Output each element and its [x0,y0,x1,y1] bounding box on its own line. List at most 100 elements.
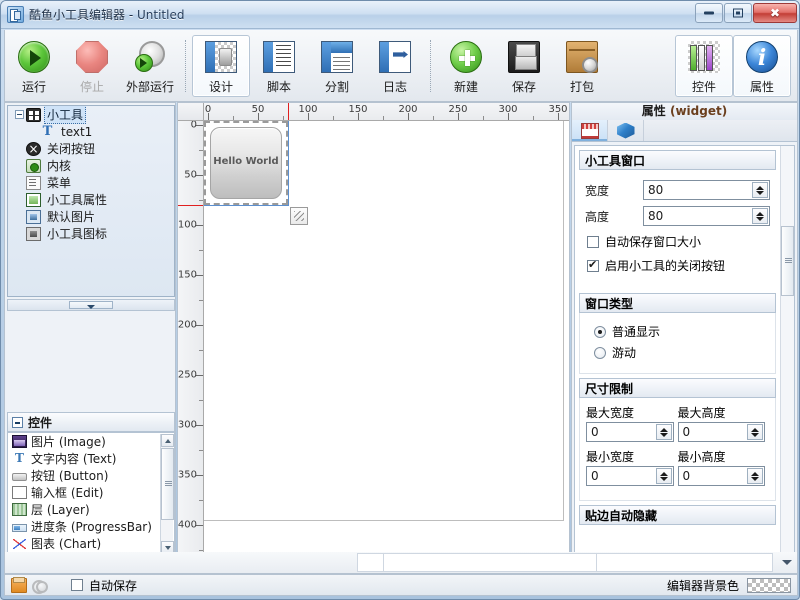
autosave-label: 自动保存 [89,578,138,593]
close-button[interactable]: ✖ [753,3,797,23]
scroll-up-icon[interactable] [161,434,174,447]
checkbox-row-enable-close-button[interactable]: 启用小工具的关闭按钮 [587,257,770,274]
max-width-spinner-buttons[interactable] [655,424,672,440]
bottom-tab-area[interactable] [357,553,773,572]
floating-radio[interactable] [594,346,606,359]
toolbar-button-controls-panel[interactable]: 控件 [675,35,733,97]
min-width-spinner[interactable]: 0 [586,466,674,486]
field-row-height: 高度 80 [585,206,770,226]
properties-scrollbar[interactable] [780,146,794,560]
designer-area[interactable]: 0 50 100 150 200 250 300 350 0 50 100 15… [177,102,570,564]
section-header-widget-window[interactable]: 小工具窗口 [579,150,776,170]
toolbar-button-split[interactable]: 分割 [308,35,366,97]
normal-display-label: 普通显示 [612,325,661,339]
min-height-spinner[interactable]: 0 [677,466,765,486]
tree-expander-widget[interactable] [12,110,26,119]
panel-splitter[interactable] [7,299,175,311]
normal-display-radio[interactable] [594,325,606,338]
restore-button[interactable] [724,3,752,23]
toolbar-button-new[interactable]: 新建 [437,35,495,97]
width-spinner[interactable]: 80 [643,180,770,200]
max-height-spinner[interactable]: 0 [677,422,765,442]
control-item-chart[interactable]: 图表 (Chart) [8,535,174,552]
min-height-spinner-buttons[interactable] [747,468,763,484]
section-header-size-limits[interactable]: 尺寸限制 [579,378,776,398]
ruler-h-label-350: 350 [548,104,568,115]
control-item-edit[interactable]: 输入框 (Edit) [8,484,174,501]
progressbar-control-icon [12,524,27,532]
tree-node-menu[interactable]: 菜单 [8,174,174,191]
section-header-edge-auto-hide[interactable]: 贴边自动隐藏 [579,505,776,525]
minimize-button[interactable] [695,3,723,23]
tree-node-widget-icon[interactable]: 小工具图标 [8,225,174,242]
enable-close-button-label: 启用小工具的关闭按钮 [605,259,726,273]
min-width-spinner-buttons[interactable] [655,468,672,484]
height-spinner[interactable]: 80 [643,206,770,226]
max-width-spinner[interactable]: 0 [586,422,674,442]
chevron-down-icon[interactable] [781,556,793,568]
toolbar-button-properties-panel[interactable]: 属性 [733,35,791,97]
radio-row-normal-display[interactable]: 普通显示 [594,323,769,340]
tree-node-core[interactable]: 内核 [8,157,174,174]
field-label-max-height: 最大高度 [677,406,726,420]
minimize-icon [704,11,714,15]
hello-world-widget[interactable]: Hello World [210,127,282,199]
tab-form-properties[interactable] [572,120,608,141]
section-header-window-type[interactable]: 窗口类型 [579,293,776,313]
object-tree[interactable]: 小工具 T text1 关闭按钮 内核 菜单 [7,105,175,297]
control-item-image[interactable]: 图片 (Image) [8,433,174,450]
properties-tab-bar [572,120,797,142]
tree-node-widget[interactable]: 小工具 [8,106,174,124]
auto-save-window-size-checkbox[interactable] [587,235,599,248]
controls-panel-header[interactable]: 控件 [7,412,175,432]
section-body-size-limits: 最大宽度 0 最大高度 0 最小宽度 0 最小高度 0 [579,398,776,501]
radio-row-floating[interactable]: 游动 [594,344,769,361]
tree-node-default-image[interactable]: 默认图片 [8,208,174,225]
tree-node-widget-props[interactable]: 小工具属性 [8,191,174,208]
checkbox-row-auto-save-window-size[interactable]: 自动保存窗口大小 [587,233,770,250]
height-input[interactable]: 80 [644,209,769,223]
toolbar-button-script[interactable]: 脚本 [250,35,308,97]
field-label-min-width: 最小宽度 [586,450,635,464]
control-item-text[interactable]: T 文字内容 (Text) [8,450,174,467]
toolbar-button-save[interactable]: 保存 [495,35,553,97]
autosave-control[interactable]: 自动保存 [71,577,137,594]
control-item-button[interactable]: 按钮 (Button) [8,467,174,484]
height-spinner-buttons[interactable] [752,208,768,224]
window-controls: ✖ [695,3,797,23]
max-height-spinner-buttons[interactable] [747,424,763,440]
toolbar-button-run-label: 运行 [21,80,46,94]
properties-scroll-thumb[interactable] [781,226,794,296]
editor-background-color-swatch[interactable] [747,577,791,593]
toolbar-button-design[interactable]: 设计 [192,35,250,97]
enable-close-button-checkbox[interactable] [587,258,599,272]
design-canvas[interactable]: Hello World [204,121,569,563]
width-input[interactable]: 80 [644,183,769,197]
tab-object-cube[interactable] [608,120,644,141]
clipboard-icon[interactable] [11,576,27,593]
autosave-checkbox[interactable] [71,579,83,591]
control-item-progressbar[interactable]: 进度条 (ProgressBar) [8,518,174,535]
control-item-text-label: 文字内容 (Text) [31,452,117,466]
controls-list-scrollbar[interactable] [160,434,174,554]
controls-list[interactable]: 图片 (Image) T 文字内容 (Text) 按钮 (Button) 输入框 … [7,432,175,556]
resize-grip-handle[interactable] [290,207,308,225]
splitter-collapse-handle[interactable] [69,301,113,309]
toolbar-button-external-run[interactable]: 外部运行 [121,35,179,97]
widget-selection-frame[interactable]: Hello World [204,121,288,205]
toolbar-button-stop[interactable]: 停止 [63,35,121,97]
scroll-thumb[interactable] [161,448,174,520]
window-title: 酷鱼小工具编辑器 - Untitled [29,6,184,23]
tree-node-text1[interactable]: T text1 [8,123,174,140]
guide-line-vertical-ruler [288,103,289,120]
collapse-minus-icon[interactable] [12,416,23,428]
gears-icon[interactable] [32,578,48,594]
widget-canvas-page[interactable]: Hello World [204,121,564,521]
toolbar-button-run[interactable]: 运行 [5,35,63,97]
tree-node-close-button[interactable]: 关闭按钮 [8,140,174,157]
properties-content[interactable]: 小工具窗口 宽度 80 高度 80 自动保存窗口大小 ✔ 启用小工具的关闭按钮 … [574,145,795,561]
width-spinner-buttons[interactable] [752,182,768,198]
toolbar-button-package[interactable]: 打包 [553,35,611,97]
control-item-layer[interactable]: 层 (Layer) [8,501,174,518]
toolbar-button-log[interactable]: 日志 [366,35,424,97]
